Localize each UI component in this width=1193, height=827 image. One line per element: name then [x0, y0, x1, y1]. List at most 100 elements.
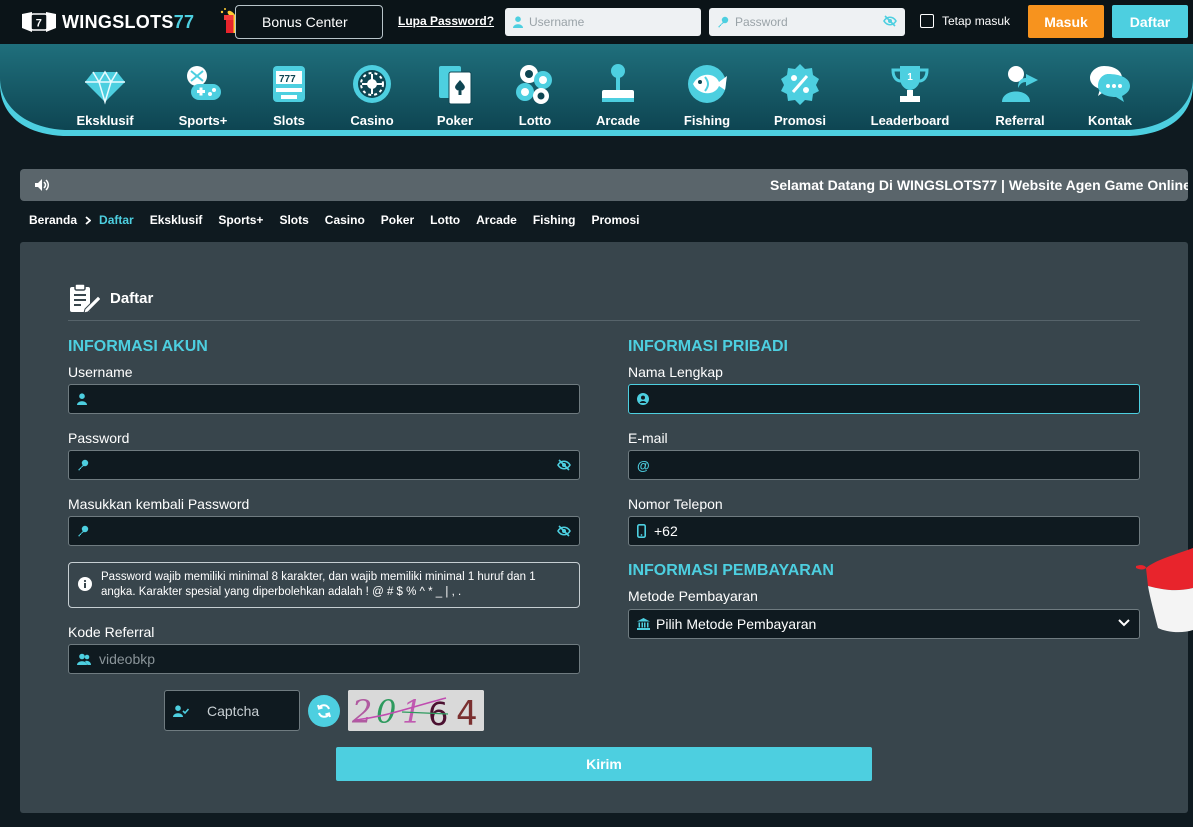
captcha-refresh-button[interactable]: [308, 695, 340, 727]
chevron-right-icon: [85, 215, 92, 225]
logo-badge-number: 7: [36, 18, 42, 30]
breadcrumb-link-slots[interactable]: Slots: [279, 213, 308, 227]
phone-prefix: +62: [654, 523, 678, 539]
nav-label: Poker: [436, 113, 474, 128]
breadcrumb-link-casino[interactable]: Casino: [325, 213, 365, 227]
email-field[interactable]: @: [628, 450, 1140, 480]
captcha-digit: 4: [456, 694, 478, 731]
fish-icon: [688, 65, 727, 103]
breadcrumb-link-eksklusif[interactable]: Eksklusif: [150, 213, 203, 227]
username-label: Username: [68, 364, 133, 380]
joystick-icon: [602, 64, 634, 102]
payment-method-label: Metode Pembayaran: [628, 588, 758, 604]
user-icon: [77, 393, 87, 405]
indonesia-flag-decoration: [1136, 548, 1193, 633]
email-label: E-mail: [628, 430, 668, 446]
nav-item-promosi[interactable]: Promosi: [755, 62, 845, 134]
captcha-digit: 2: [351, 693, 372, 731]
eye-slash-icon[interactable]: [557, 525, 571, 537]
nav-item-poker[interactable]: Poker: [410, 62, 500, 134]
password-label: Password: [68, 430, 130, 446]
logo-number: 77: [173, 11, 195, 32]
header-password-input[interactable]: Password: [709, 8, 905, 36]
chat-bubble-icon: [1090, 66, 1130, 102]
nav-label: Promosi: [773, 113, 826, 128]
breadcrumb-link-lotto[interactable]: Lotto: [430, 213, 460, 227]
payment-method-value: Pilih Metode Pembayaran: [656, 616, 817, 632]
remember-me[interactable]: Tetap masuk: [920, 14, 1010, 28]
bank-icon: [637, 618, 650, 630]
nav-item-casino[interactable]: Casino: [327, 62, 417, 134]
nav-item-arcade[interactable]: Arcade: [573, 62, 663, 134]
chevron-down-icon: [1118, 619, 1130, 627]
referral-label: Kode Referral: [68, 624, 155, 640]
breadcrumb-link-promosi[interactable]: Promosi: [592, 213, 640, 227]
divider: [68, 320, 1140, 321]
fullname-field[interactable]: [628, 384, 1140, 414]
logo-text: WINGSLOTS: [62, 11, 174, 32]
breadcrumb-link-arcade[interactable]: Arcade: [476, 213, 517, 227]
nav-item-lotto[interactable]: Lotto: [490, 62, 580, 134]
nav-item-fishing[interactable]: Fishing: [662, 62, 752, 134]
username-field[interactable]: [68, 384, 580, 414]
mobile-phone-icon: [637, 524, 646, 538]
nav-label: Eksklusif: [76, 113, 134, 128]
refresh-icon: [317, 704, 331, 718]
nav-label: Slots: [273, 113, 305, 128]
main-nav: Eksklusif Sports+ 777 Slots Casino Poker…: [0, 44, 1193, 152]
breadcrumb-link-poker[interactable]: Poker: [381, 213, 414, 227]
site-logo[interactable]: 7 WINGSLOTS77: [20, 9, 194, 35]
eye-slash-icon[interactable]: [883, 15, 897, 27]
login-button[interactable]: Masuk: [1028, 5, 1104, 38]
eye-slash-icon[interactable]: [557, 459, 571, 471]
header-username-placeholder: Username: [529, 15, 585, 29]
referral-field[interactable]: videobkp: [68, 644, 580, 674]
phone-label: Nomor Telepon: [628, 496, 723, 512]
captcha-input[interactable]: Captcha: [164, 690, 300, 731]
phone-field[interactable]: +62: [628, 516, 1140, 546]
captcha-image: 2 0 1 6 4: [348, 690, 484, 731]
forgot-password-link[interactable]: Lupa Password?: [398, 14, 494, 28]
password-notice-text: Password wajib memiliki minimal 8 karakt…: [101, 571, 536, 598]
key-icon: [78, 459, 89, 471]
register-form-panel: Daftar INFORMASI AKUN Username Password …: [20, 242, 1188, 813]
password-field[interactable]: [68, 450, 580, 480]
referral-value: videobkp: [99, 651, 156, 667]
personal-section-title: INFORMASI PRIBADI: [628, 338, 788, 355]
breadcrumb-link-sports[interactable]: Sports+: [218, 213, 263, 227]
wing-logo-icon: 7: [22, 12, 56, 32]
password-notice: Password wajib memiliki minimal 8 karakt…: [68, 562, 580, 608]
nav-item-slots[interactable]: 777 Slots: [244, 62, 334, 134]
trophy-icon: 1: [891, 66, 929, 102]
payment-method-select[interactable]: Pilih Metode Pembayaran: [628, 609, 1140, 639]
key-icon: [718, 16, 729, 28]
remember-checkbox[interactable]: [920, 14, 934, 28]
breadcrumb-home[interactable]: Beranda: [29, 213, 77, 227]
nav-item-kontak[interactable]: Kontak: [1065, 62, 1155, 134]
user-share-icon: [1002, 66, 1038, 102]
percent-badge-icon: [781, 64, 819, 105]
nav-item-sports[interactable]: Sports+: [158, 62, 248, 134]
nav-label: Arcade: [595, 113, 641, 128]
nav-item-eksklusif[interactable]: Eksklusif: [60, 62, 150, 134]
header-password-placeholder: Password: [735, 15, 788, 29]
nav-item-leaderboard[interactable]: 1 Leaderboard: [865, 62, 955, 134]
breadcrumb-link-fishing[interactable]: Fishing: [533, 213, 576, 227]
user-icon: [513, 16, 523, 28]
account-section-title: INFORMASI AKUN: [68, 338, 208, 355]
at-icon: @: [637, 457, 650, 473]
nav-item-referral[interactable]: Referral: [975, 62, 1065, 134]
user-check-icon: [173, 704, 189, 717]
payment-section-title: INFORMASI PEMBAYARAN: [628, 562, 834, 579]
lotto-balls-icon: [516, 65, 552, 104]
top-bar: 7 WINGSLOTS77 Bonus Center Lupa Password…: [0, 0, 1193, 44]
users-icon: [77, 653, 91, 665]
header-username-input[interactable]: Username: [505, 8, 701, 36]
bonus-center-button[interactable]: Bonus Center: [235, 5, 383, 39]
captcha-placeholder: Captcha: [207, 702, 260, 719]
submit-button[interactable]: Kirim: [336, 747, 872, 781]
register-button[interactable]: Daftar: [1112, 5, 1188, 38]
confirm-password-field[interactable]: [68, 516, 580, 546]
nav-label: Casino: [350, 113, 394, 128]
nav-label: Lotto: [518, 113, 552, 128]
